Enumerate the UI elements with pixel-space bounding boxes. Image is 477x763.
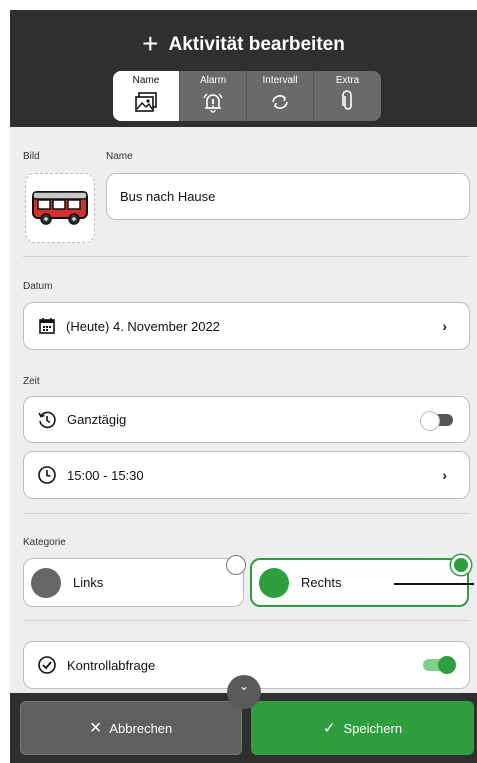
history-icon [38, 411, 56, 428]
color-swatch [31, 567, 61, 598]
cancel-label: Abbrechen [109, 720, 173, 736]
tab-label: Extra [335, 75, 360, 86]
page-title: Aktivität bearbeiten [168, 34, 345, 55]
scroll-down-handle[interactable]: ⌄ [227, 675, 261, 709]
drag-line [394, 583, 474, 585]
alarm-bell-icon [203, 93, 223, 113]
bild-label: Bild [23, 151, 40, 162]
header: + Aktivität bearbeiten Name Alarm Interv… [10, 10, 477, 127]
clock-icon [38, 466, 56, 484]
kontrollabfrage-toggle[interactable] [423, 656, 456, 674]
divider [23, 513, 469, 514]
chevron-right-icon: › [442, 467, 447, 483]
tab-alarm[interactable]: Alarm [180, 71, 247, 121]
name-input[interactable]: Bus nach Hause [106, 173, 470, 220]
color-swatch [259, 567, 289, 598]
plus-icon: + [142, 28, 159, 59]
ganztaegig-label: Ganztägig [67, 412, 127, 427]
repeat-icon [272, 95, 288, 109]
time-field[interactable]: 15:00 - 15:30 › [23, 451, 470, 499]
close-icon: × [89, 717, 102, 739]
check-icon: ✓ [322, 720, 336, 737]
app-frame: + Aktivität bearbeiten Name Alarm Interv… [10, 10, 477, 763]
name-value: Bus nach Hause [120, 189, 216, 204]
tab-bar: Name Alarm Intervall Extra [113, 71, 381, 121]
image-icon [135, 92, 157, 112]
kontrollabfrage-label: Kontrollabfrage [67, 657, 156, 673]
datum-value: (Heute) 4. November 2022 [66, 318, 220, 334]
chevron-down-icon: ⌄ [238, 679, 250, 693]
zeit-label: Zeit [23, 376, 40, 387]
check-circle-icon [38, 656, 56, 674]
kategorie-links-label: Links [73, 575, 104, 590]
toggle-knob [438, 656, 456, 674]
toggle-knob [420, 411, 440, 431]
tab-label: Name [132, 75, 160, 86]
kategorie-rechts-label: Rechts [301, 575, 342, 590]
radio-links[interactable] [226, 555, 246, 575]
time-value: 15:00 - 15:30 [67, 467, 144, 483]
calendar-icon [39, 318, 55, 334]
radio-rechts[interactable] [451, 555, 471, 575]
tab-label: Alarm [199, 75, 227, 86]
title-row: + Aktivität bearbeiten [10, 28, 477, 60]
save-button[interactable]: ✓ Speichern [251, 701, 474, 755]
cancel-button[interactable]: × Abbrechen [20, 701, 242, 755]
save-label: Speichern [343, 720, 403, 736]
ganztaegig-row[interactable]: Ganztägig [23, 396, 470, 443]
kategorie-links[interactable]: Links [23, 558, 244, 607]
bus-icon [32, 191, 88, 225]
tab-name[interactable]: Name [113, 71, 180, 121]
bild-picker[interactable] [25, 173, 95, 243]
kategorie-rechts[interactable]: Rechts [250, 558, 474, 607]
tab-intervall[interactable]: Intervall [247, 71, 314, 121]
divider [23, 620, 469, 621]
tab-label: Intervall [262, 75, 298, 86]
name-label: Name [106, 151, 133, 162]
chevron-right-icon: › [442, 318, 447, 334]
ganztaegig-toggle[interactable] [420, 411, 453, 431]
kategorie-label: Kategorie [23, 537, 66, 548]
divider [23, 256, 469, 257]
datum-label: Datum [23, 281, 53, 292]
tab-extra[interactable]: Extra [314, 71, 381, 121]
paperclip-icon [341, 90, 352, 110]
datum-field[interactable]: (Heute) 4. November 2022 › [23, 302, 470, 350]
